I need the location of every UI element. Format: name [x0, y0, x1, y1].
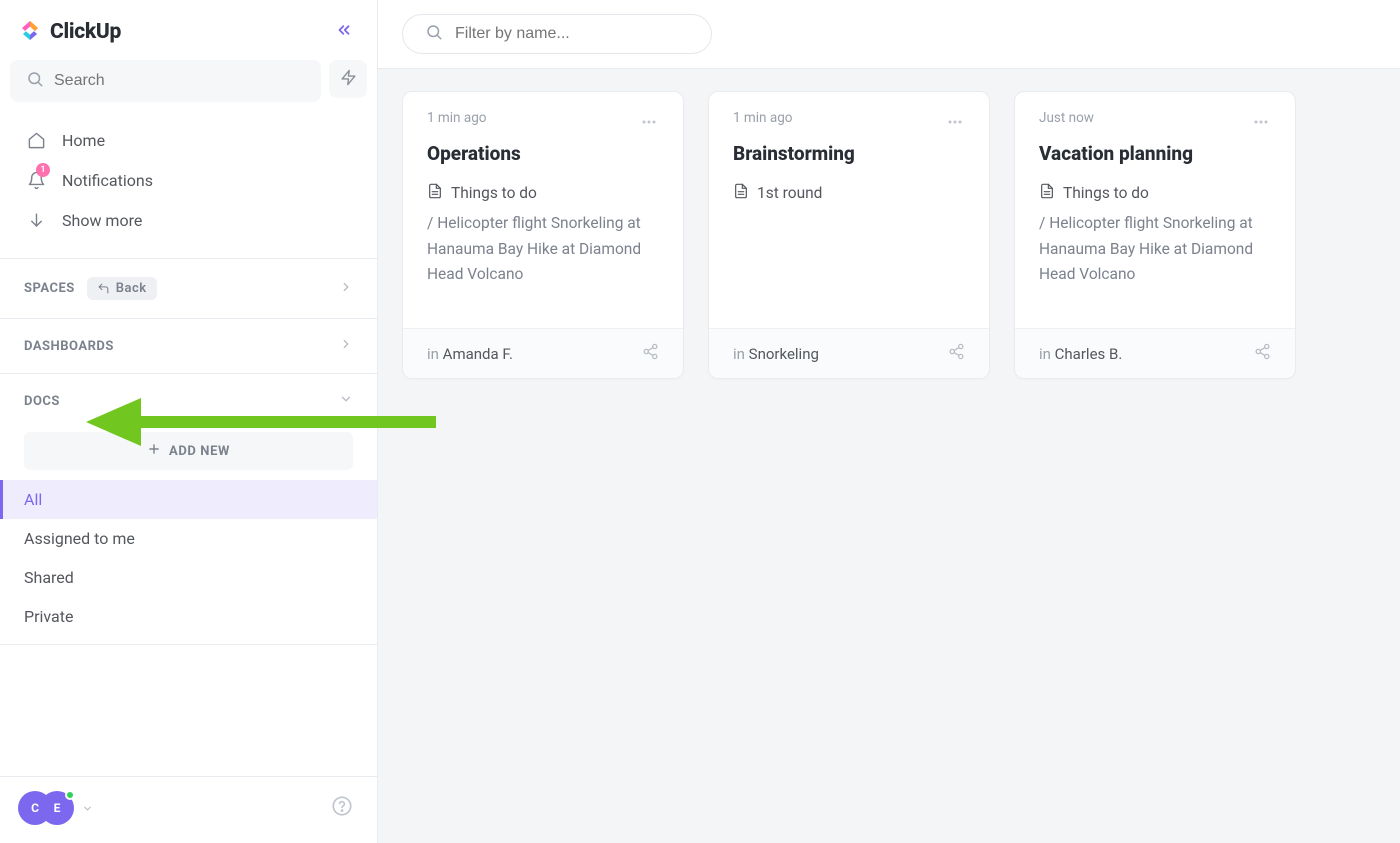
- chevron-right-icon: [339, 280, 353, 298]
- filter-private[interactable]: Private: [0, 597, 377, 636]
- card-location: Snorkeling: [749, 345, 819, 363]
- search-field[interactable]: [54, 72, 305, 90]
- filter-all[interactable]: All: [0, 480, 377, 519]
- docs-label: DOCS: [24, 394, 60, 409]
- share-icon[interactable]: [1254, 343, 1271, 364]
- card-timestamp: 1 min ago: [427, 110, 486, 126]
- filter-shared[interactable]: Shared: [0, 558, 377, 597]
- quick-action-button[interactable]: [329, 60, 367, 98]
- nav-home[interactable]: Home: [10, 120, 367, 160]
- search-input[interactable]: [10, 60, 321, 102]
- card-title: Brainstorming: [733, 142, 965, 165]
- card-preview: / Helicopter flight Snorkeling at Hanaum…: [1039, 211, 1271, 288]
- card-footer: in Snorkeling: [709, 328, 989, 378]
- nav-notifications[interactable]: 1 Notifications: [10, 160, 367, 200]
- card-doc-row: Things to do: [427, 183, 659, 203]
- chevron-down-icon: [339, 392, 353, 410]
- section-spaces[interactable]: SPACES Back: [0, 259, 377, 319]
- filter-field[interactable]: [455, 25, 689, 43]
- card-in-prefix: in: [733, 345, 749, 363]
- chevron-down-icon: [82, 799, 93, 818]
- filter-assigned[interactable]: Assigned to me: [0, 519, 377, 558]
- card-in-prefix: in: [427, 345, 443, 363]
- back-pill[interactable]: Back: [87, 277, 157, 300]
- card-title: Vacation planning: [1039, 142, 1271, 165]
- card-preview: / Helicopter flight Snorkeling at Hanaum…: [427, 211, 659, 288]
- docs-block: DOCS ADD NEW All Assigned to me Shared P…: [0, 374, 377, 645]
- card-doc-name: Things to do: [1063, 184, 1149, 202]
- more-menu-icon[interactable]: [639, 110, 659, 136]
- share-icon[interactable]: [948, 343, 965, 364]
- card-footer: in Charles B.: [1015, 328, 1295, 378]
- cards-area: 1 min ago Operations Things to do / Heli…: [378, 69, 1400, 401]
- user-menu[interactable]: C E: [18, 791, 93, 825]
- spaces-label: SPACES: [24, 281, 75, 296]
- docs-filters: All Assigned to me Shared Private: [0, 480, 377, 636]
- nav-show-more[interactable]: Show more: [10, 200, 367, 240]
- back-label: Back: [116, 281, 147, 296]
- sidebar: ClickUp Home 1: [0, 0, 378, 843]
- top-bar: [378, 0, 1400, 69]
- brand[interactable]: ClickUp: [18, 18, 121, 46]
- doc-card[interactable]: 1 min ago Brainstorming 1st round in Sno…: [708, 91, 990, 379]
- card-footer: in Amanda F.: [403, 328, 683, 378]
- main-content: 1 min ago Operations Things to do / Heli…: [378, 0, 1400, 843]
- card-doc-name: 1st round: [757, 184, 822, 202]
- chevron-right-icon: [339, 337, 353, 355]
- doc-card[interactable]: 1 min ago Operations Things to do / Heli…: [402, 91, 684, 379]
- document-icon: [427, 183, 443, 203]
- card-timestamp: Just now: [1039, 110, 1094, 126]
- notifications-badge: 1: [36, 163, 50, 177]
- dashboards-label: DASHBOARDS: [24, 339, 114, 354]
- home-icon: [26, 130, 46, 150]
- section-dashboards[interactable]: DASHBOARDS: [0, 319, 377, 374]
- card-title: Operations: [427, 142, 659, 165]
- document-icon: [733, 183, 749, 203]
- arrow-down-icon: [26, 210, 46, 230]
- back-arrow-icon: [97, 282, 110, 295]
- card-location: Amanda F.: [443, 345, 513, 363]
- search-row: [0, 60, 377, 110]
- share-icon[interactable]: [642, 343, 659, 364]
- doc-card[interactable]: Just now Vacation planning Things to do …: [1014, 91, 1296, 379]
- card-doc-name: Things to do: [451, 184, 537, 202]
- search-icon: [26, 70, 44, 92]
- card-location: Charles B.: [1055, 345, 1123, 363]
- more-menu-icon[interactable]: [945, 110, 965, 136]
- plus-icon: [147, 442, 161, 460]
- section-docs[interactable]: DOCS: [0, 374, 377, 428]
- more-menu-icon[interactable]: [1251, 110, 1271, 136]
- sidebar-footer: C E: [0, 776, 377, 843]
- search-icon: [425, 23, 443, 45]
- nav-home-label: Home: [62, 131, 105, 150]
- bolt-icon: [340, 69, 357, 90]
- filter-input[interactable]: [402, 14, 712, 54]
- brand-text: ClickUp: [50, 20, 121, 44]
- sidebar-header: ClickUp: [0, 0, 377, 60]
- help-button[interactable]: [331, 795, 353, 821]
- card-doc-row: 1st round: [733, 183, 965, 203]
- nav-list: Home 1 Notifications Show more: [0, 110, 377, 259]
- brand-logo-icon: [18, 18, 42, 46]
- add-new-button[interactable]: ADD NEW: [24, 432, 353, 470]
- collapse-sidebar-icon[interactable]: [335, 21, 353, 43]
- card-doc-row: Things to do: [1039, 183, 1271, 203]
- card-timestamp: 1 min ago: [733, 110, 792, 126]
- add-new-label: ADD NEW: [169, 444, 230, 459]
- document-icon: [1039, 183, 1055, 203]
- nav-notifications-label: Notifications: [62, 171, 153, 190]
- nav-show-more-label: Show more: [62, 211, 142, 230]
- card-in-prefix: in: [1039, 345, 1055, 363]
- status-indicator: [65, 790, 75, 800]
